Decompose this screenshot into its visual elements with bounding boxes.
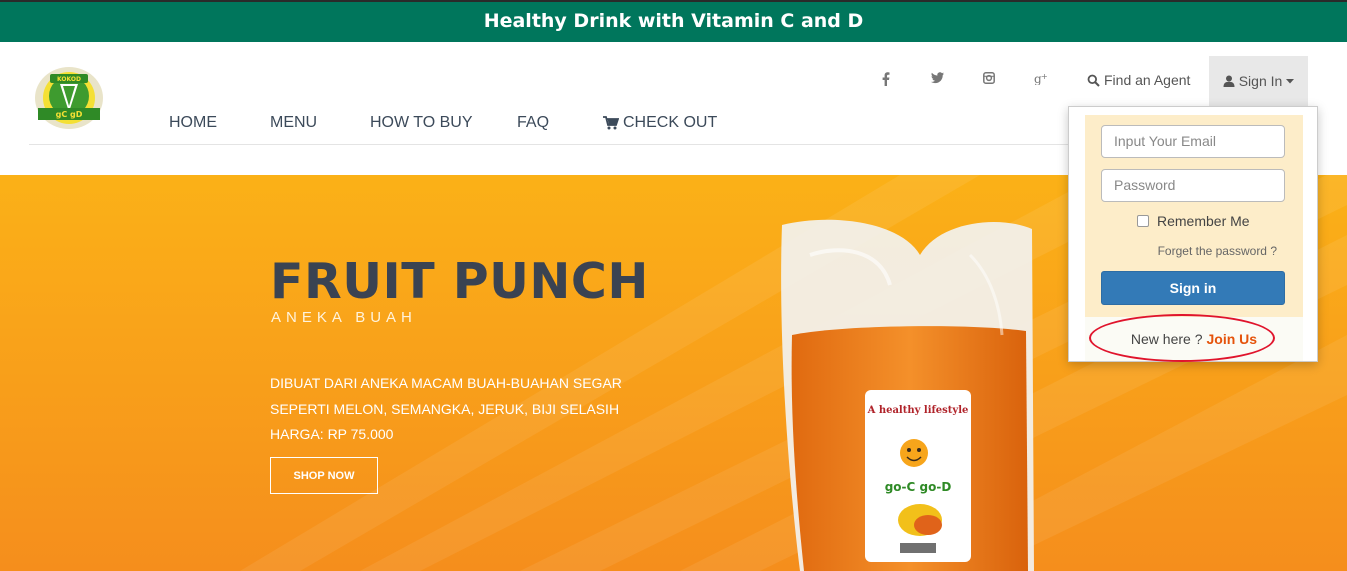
sign-in-dropdown-toggle[interactable]: Sign In <box>1209 56 1308 106</box>
shop-now-button[interactable]: SHOP NOW <box>270 457 378 494</box>
cart-icon <box>603 116 619 130</box>
remember-me: Remember Me <box>1137 213 1250 229</box>
password-input[interactable]: Password <box>1101 169 1285 202</box>
hero-desc-line1: DIBUAT DARI ANEKA MACAM BUAH-BUAHAN SEGA… <box>270 375 622 391</box>
hero-subtitle: ANEKA BUAH <box>271 309 417 326</box>
caret-down-icon <box>1286 78 1295 83</box>
product-pouch-image: A healthy lifestyle go-C go-D <box>781 219 1034 571</box>
highlight-ellipse <box>1089 314 1275 362</box>
nav-checkout-label: CHECK OUT <box>623 114 718 131</box>
find-agent-link[interactable]: Find an Agent <box>1087 72 1190 88</box>
svg-text:gC gD: gC gD <box>56 110 83 119</box>
svg-text:KOKOD: KOKOD <box>57 76 81 83</box>
pouch-label-arc: A healthy lifestyle <box>867 405 969 416</box>
banner-text: Healthy Drink with Vitamin C and D <box>483 10 864 32</box>
pouch-label-brand: go-C go-D <box>885 480 952 494</box>
top-banner: Healthy Drink with Vitamin C and D <box>0 0 1347 42</box>
hero-title: FRUIT PUNCH <box>270 253 649 310</box>
google-plus-icon[interactable]: g + <box>1034 72 1048 85</box>
twitter-icon[interactable] <box>931 72 944 84</box>
remember-me-label: Remember Me <box>1157 213 1250 229</box>
email-input[interactable]: Input Your Email <box>1101 125 1285 158</box>
nav-how-to-buy[interactable]: HOW TO BUY <box>370 114 473 132</box>
search-icon <box>1087 74 1100 87</box>
find-agent-label: Find an Agent <box>1104 72 1191 88</box>
instagram-icon[interactable] <box>983 72 995 84</box>
facebook-icon[interactable] <box>882 72 890 86</box>
hero-desc-line2: SEPERTI MELON, SEMANGKA, JERUK, BIJI SEL… <box>270 400 620 417</box>
remember-me-checkbox[interactable] <box>1137 215 1149 227</box>
site-logo[interactable]: gC gD KOKOD <box>32 64 106 132</box>
nav-faq[interactable]: FAQ <box>517 114 549 132</box>
nav-checkout[interactable]: CHECK OUT <box>603 114 717 132</box>
nav-home[interactable]: HOME <box>169 114 217 132</box>
nav-menu[interactable]: MENU <box>270 114 317 132</box>
sign-in-button[interactable]: Sign in <box>1101 271 1285 305</box>
hero-description: DIBUAT DARI ANEKA MACAM BUAH-BUAHAN SEGA… <box>270 371 690 448</box>
forgot-password-link[interactable]: Forget the password ? <box>1158 244 1277 258</box>
svg-text:+: + <box>1041 72 1048 81</box>
header-divider <box>29 144 1069 145</box>
sign-in-label: Sign In <box>1238 73 1283 89</box>
hero-price: HARGA: RP 75.000 <box>270 426 394 442</box>
user-icon <box>1223 75 1235 87</box>
